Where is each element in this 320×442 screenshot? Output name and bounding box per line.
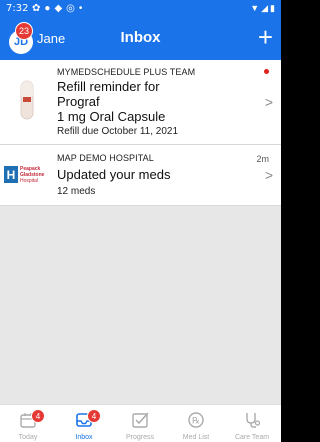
status-notification-icons: ✿ ● ◆ ◎ • — [32, 3, 82, 14]
tab-badge: 4 — [31, 409, 45, 423]
wifi-icon: ▼ — [250, 3, 260, 13]
pill-list-icon: ℞ — [188, 412, 204, 428]
message-title-line: Refill reminder for — [57, 79, 160, 94]
tab-care-team[interactable]: Care Team — [224, 405, 280, 442]
message-sender: MYMEDSCHEDULE PLUS TEAM — [57, 67, 196, 77]
record-icon: ● — [44, 3, 51, 14]
status-time: 7:32 — [6, 3, 29, 14]
gear-icon: ✿ — [32, 3, 41, 14]
chevron-right-icon: > — [264, 167, 273, 183]
page-title: Inbox — [120, 29, 161, 46]
at-icon: ◎ — [66, 3, 75, 14]
hospital-logo: H Peapack Gladstone Hospital — [4, 165, 52, 185]
shield-icon: ◆ — [54, 3, 63, 14]
message-title-line: Prograf — [57, 94, 100, 109]
tab-bar: 4 Today 4 Inbox Progress ℞ Med List Care… — [0, 404, 281, 442]
tab-label: Med List — [182, 434, 210, 441]
status-bar: 7:32 ✿ ● ◆ ◎ • ▼ ◢ ▮ — [0, 0, 281, 20]
status-system-icons: ▼ ◢ ▮ — [250, 3, 275, 14]
add-button[interactable]: + — [258, 22, 273, 52]
navigation-bar: JD 23 Jane Inbox + — [0, 20, 281, 60]
tab-label: Progress — [125, 434, 154, 441]
message-detail: 12 meds — [57, 186, 96, 197]
capsule-icon — [20, 80, 34, 120]
unread-indicator — [264, 69, 269, 74]
tab-label: Care Team — [234, 434, 270, 441]
tab-progress[interactable]: Progress — [112, 405, 168, 442]
dot-icon: • — [78, 3, 83, 14]
tab-med-list[interactable]: ℞ Med List — [168, 405, 224, 442]
chevron-right-icon: > — [264, 94, 273, 110]
message-title-line: 1 mg Oral Capsule — [57, 109, 166, 124]
tab-today[interactable]: 4 Today — [0, 405, 56, 442]
svg-text:℞: ℞ — [192, 416, 200, 426]
message-sender: MAP DEMO HOSPITAL — [57, 153, 154, 163]
battery-icon: ▮ — [270, 3, 275, 13]
signal-icon: ◢ — [261, 3, 269, 13]
check-square-icon — [132, 412, 149, 428]
tab-inbox[interactable]: 4 Inbox — [56, 405, 112, 442]
message-detail: Refill due October 11, 2021 — [57, 126, 179, 137]
tab-label: Inbox — [75, 434, 93, 441]
tab-label: Today — [18, 434, 38, 441]
message-item-refill-reminder[interactable]: MYMEDSCHEDULE PLUS TEAM Refill reminder … — [0, 60, 281, 145]
message-title: Updated your meds — [57, 167, 171, 182]
tab-badge: 4 — [87, 409, 101, 423]
phone-screen: 7:32 ✿ ● ◆ ◎ • ▼ ◢ ▮ JD 23 Jane Inbox + … — [0, 0, 281, 442]
message-time: 2m — [256, 154, 269, 164]
stethoscope-icon — [246, 413, 261, 428]
message-item-updated-meds[interactable]: H Peapack Gladstone Hospital MAP DEMO HO… — [0, 145, 281, 206]
